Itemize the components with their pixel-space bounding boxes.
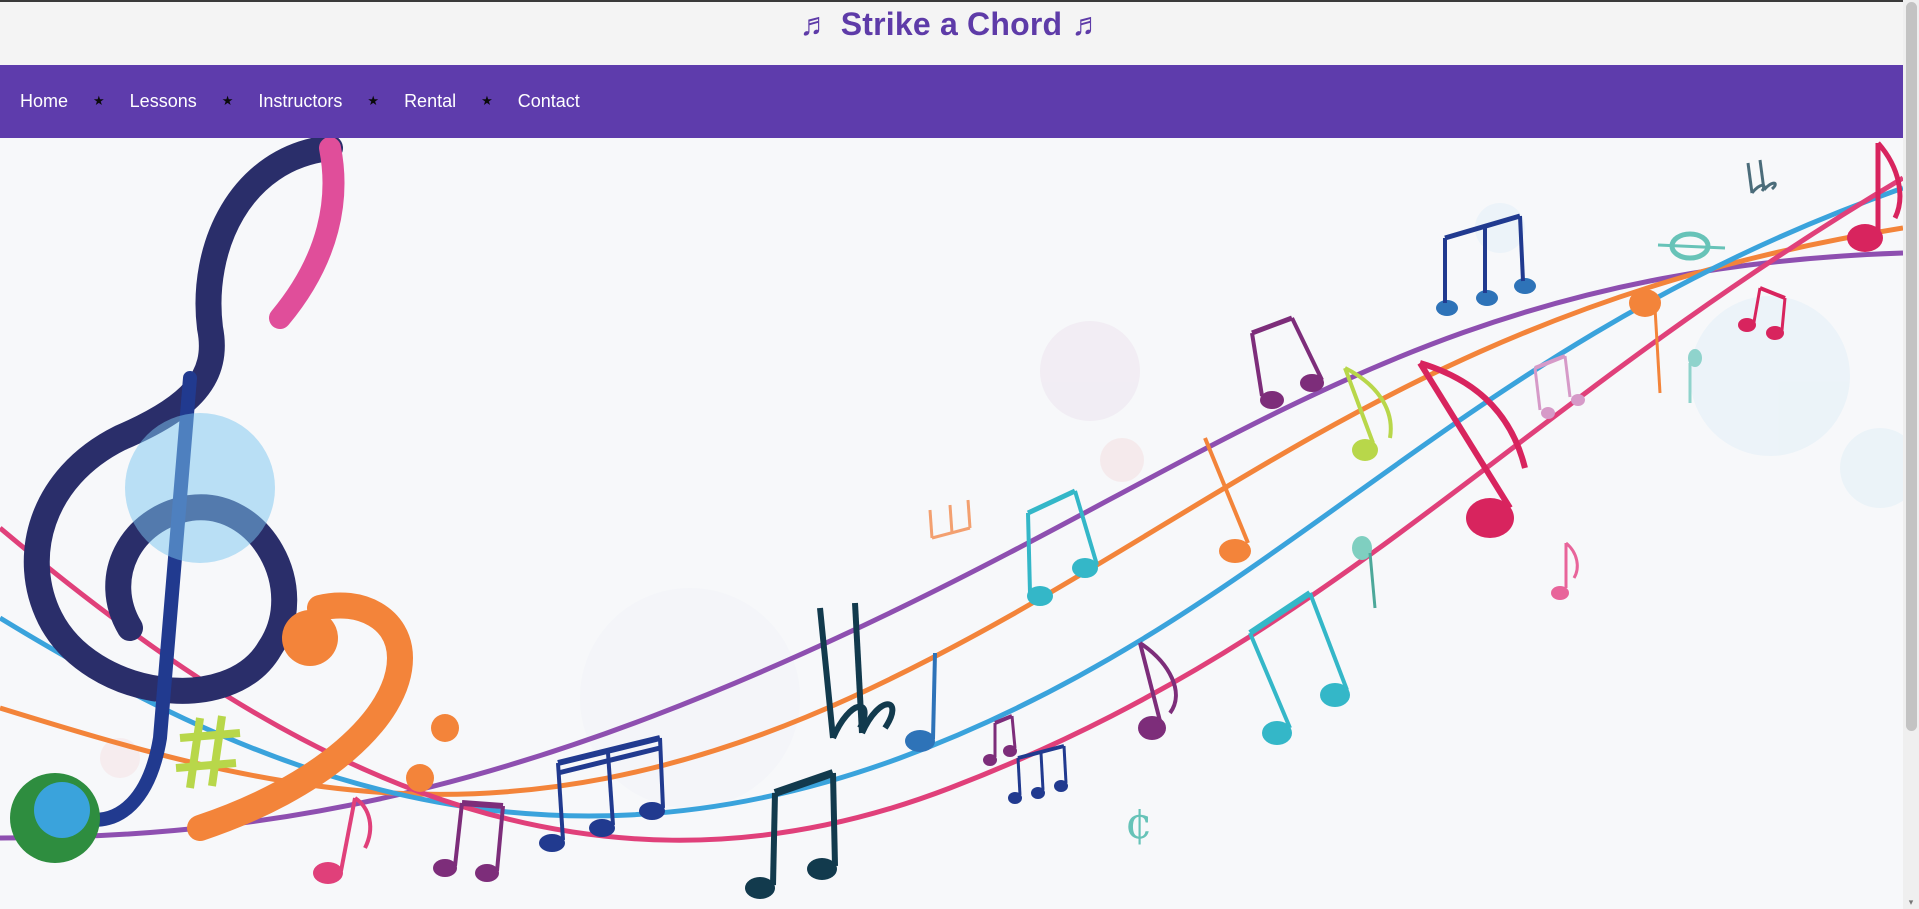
whole-note-icon [1657,231,1726,261]
nav-separator-star: ★ [367,94,380,109]
double-flat-icon [817,602,896,740]
beamed-notes-icon [1008,744,1068,804]
site-header: ♬ Strike a Chord ♬ [0,2,1903,64]
nav-separator-star: ★ [481,94,493,109]
quarter-note-icon [1629,289,1662,394]
hero-music-notes-illustration: ¢ [0,138,1903,899]
site-title: ♬ Strike a Chord ♬ [799,6,1104,42]
scrollbar-thumb[interactable] [1906,2,1917,731]
eighth-note-icon [1551,541,1579,600]
nav-instructors-link[interactable]: Instructors [258,91,342,112]
quarter-note-icon [1203,437,1251,563]
nav-lessons-link[interactable]: Lessons [130,91,197,112]
beamed-notes-icon [1248,590,1350,745]
nav-separator-star: ★ [221,94,234,109]
beamed-notes-icon [928,499,972,540]
scroll-down-arrow-icon[interactable]: ▾ [1906,897,1916,907]
beamed-notes-icon [1436,213,1536,316]
hero-banner: ¢ [0,138,1903,909]
nav-home-link[interactable]: Home [20,91,68,112]
nav-contact-link[interactable]: Contact [518,91,580,112]
main-nav: Home ★ Lessons ★ Instructors ★ Rental ★ … [0,65,1903,138]
double-flat-icon [1746,159,1777,194]
nav-rental-link[interactable]: Rental [404,91,456,112]
svg-text:¢: ¢ [1125,798,1153,849]
cut-time-icon: ¢ [1125,798,1153,849]
eighth-note-icon [1352,536,1377,609]
vertical-scrollbar[interactable]: ▾ [1903,0,1919,909]
nav-separator-star: ★ [93,94,105,109]
beamed-notes-icon [1026,488,1099,606]
